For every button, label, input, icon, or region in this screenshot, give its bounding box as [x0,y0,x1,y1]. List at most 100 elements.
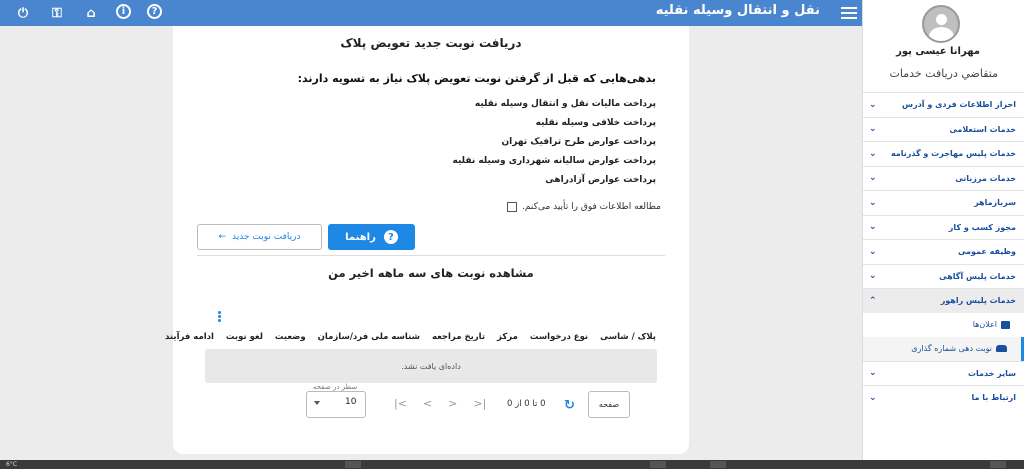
sidebar-subitem-announcements[interactable]: اعلان‌ها [863,313,1024,337]
sidebar-item-label: ارتباط با ما [971,393,1016,403]
sidebar-subitem-label: نوبت دهی شماره گذاری [911,344,992,353]
column-header[interactable]: ادامه فرآیند [165,332,214,348]
chevron-down-icon: ⌄ [869,197,877,208]
sidebar-item-traffic-police[interactable]: خدمات پلیس راهور ⌃ [863,288,1024,313]
sidebar-subitem-label: اعلان‌ها [972,320,997,329]
sidebar-item-label: وظیفه عمومی [957,247,1016,257]
column-header[interactable]: مرکز [497,332,518,348]
chevron-down-icon: ⌄ [869,246,877,257]
user-role: متقاضي دريافت خدمات [889,67,999,80]
chevron-down-icon: ⌄ [869,124,877,135]
section-title: مشاهده نوبت های سه ماهه اخیر من [328,266,534,280]
sidebar-item-label: خدمات پلیس آگاهی [939,271,1016,281]
next-page-icon[interactable]: > [448,397,457,410]
page-title: نقل و انتقال وسيله نقليه [655,3,820,18]
page-range: 0 تا 0 از 0 [507,399,546,409]
new-appointment-button[interactable]: دریافت نوبت جدید ← [197,224,322,250]
key-icon[interactable]: ⚿ [48,4,66,22]
column-header[interactable]: لغو نوبت [226,332,263,348]
rows-per-page-label: سطر در صفحه [311,383,360,391]
sidebar-item-label: سایر خدمات [967,368,1016,378]
chevron-down-icon: ⌄ [869,271,877,282]
chevron-down-icon: ⌄ [869,148,877,159]
taskbar-app[interactable] [345,461,361,468]
debt-list: پرداخت مالیات نقل و انتقال وسیله نقلیه پ… [453,95,656,190]
help-button[interactable]: ? راهنما [328,224,415,250]
last-page-icon[interactable]: >| [473,397,486,410]
confirm-checkbox[interactable] [507,202,518,212]
chevron-down-icon: ⌄ [869,392,877,403]
first-page-icon[interactable]: |< [394,397,407,410]
os-taskbar: 6°C [0,460,1024,469]
sidebar-item-label: خدمات پلیس مهاجرت و گذرنامه [890,149,1016,159]
page-navigation: |< < > >| [394,397,486,410]
prev-page-icon[interactable]: < [423,397,432,410]
help-button-label: راهنما [345,231,376,243]
refresh-icon[interactable]: ↻ [564,398,575,413]
sidebar-item-label: مجوز کسب و کار [948,222,1016,232]
no-data-message: داده‌ای یافت نشد. [205,349,657,383]
user-name: مهرانا عیسی پور [896,46,980,57]
chevron-down-icon: ⌄ [869,173,877,184]
new-appointment-label: دریافت نوبت جدید [232,232,301,242]
sidebar-item[interactable]: ارتباط با ما ⌄ [863,385,1024,410]
hamburger-menu-icon[interactable] [841,4,857,20]
top-bar: ⏻ ⚿ ⌂ i ? نقل و انتقال وسيله نقليه [0,0,862,26]
sidebar-item[interactable]: خدمات مرزبانی ⌄ [863,165,1024,191]
sidebar-item[interactable]: احراز اطلاعات فردی و آدرس ⌄ [863,92,1024,117]
home-icon[interactable]: ⌂ [82,4,100,22]
main-area: دریافت نوبت جدید تعویض پلاک بدهی‌هایی که… [0,26,862,460]
sidebar-item[interactable]: خدمات پلیس آگاهی ⌄ [863,263,1024,289]
column-header[interactable]: وضعیت [275,332,306,348]
sidebar-item[interactable]: سربازماهر ⌄ [863,190,1024,215]
car-icon [996,345,1007,352]
sidebar-item[interactable]: خدمات استعلامی ⌄ [863,116,1024,142]
chevron-down-icon: ⌄ [869,99,877,110]
notification-icon [1001,320,1010,329]
page-input[interactable]: صفحه [588,391,630,418]
help-icon[interactable]: ? [147,4,162,19]
chevron-down-icon: ⌄ [869,368,877,379]
question-icon: ? [383,230,398,244]
column-header[interactable]: نوع درخواست [530,332,588,348]
debt-item: پرداخت عوارض سالیانه شهرداری وسیله نقلیه [452,156,656,166]
confirm-label: مطالعه اطلاعات فوق را تأیید می‌کنم. [522,202,661,212]
info-icon[interactable]: i [116,4,131,19]
debts-title: بدهی‌هایی که قبل از گرفتن نوبت تعویض پلا… [297,72,656,85]
sidebar-item-label: خدمات مرزبانی [955,173,1016,183]
sidebar-menu: احراز اطلاعات فردی و آدرس ⌄ خدمات استعلام… [863,92,1024,410]
debt-item: پرداخت خلافی وسیله نقلیه [535,118,656,128]
pagination: سطر در صفحه 10 |< < > >| 0 تا 0 از 0 ↻ ص… [173,383,689,420]
column-header[interactable]: پلاک / شاسی [600,332,656,348]
sidebar-item[interactable]: مجوز کسب و کار ⌄ [863,214,1024,240]
debt-item: پرداخت عوارض طرح ترافیک تهران [501,137,657,147]
card-title: دریافت نوبت جدید تعویض پلاک [340,36,522,50]
taskbar-clock[interactable] [990,461,1006,468]
content-card: دریافت نوبت جدید تعویض پلاک بدهی‌هایی که… [165,26,689,454]
caret-down-icon [314,401,320,405]
sidebar-item[interactable]: خدمات پلیس مهاجرت و گذرنامه ⌄ [863,141,1024,166]
chevron-up-icon: ⌃ [869,295,877,306]
table-header: پلاک / شاسی نوع درخواست مرکز تاریخ مراجع… [165,332,656,348]
more-options-icon[interactable] [217,310,221,323]
arrow-left-icon: ← [218,232,227,242]
debt-item: پرداخت مالیات نقل و انتقال وسیله نقلیه [474,99,656,109]
header-icons: ⏻ ⚿ ⌂ i ? [14,4,162,22]
taskbar-app[interactable] [710,461,726,468]
avatar [922,5,960,43]
sidebar-item-label: سربازماهر [974,198,1016,208]
sidebar-item-label: احراز اطلاعات فردی و آدرس [902,100,1016,110]
divider [197,255,665,256]
chevron-down-icon: ⌄ [869,222,877,233]
sidebar-item[interactable]: سایر خدمات ⌄ [863,360,1024,386]
sidebar-item-label: خدمات استعلامی [949,124,1016,134]
sidebar-subitem-plate-appointment[interactable]: نوبت دهی شماره گذاری [863,336,1024,361]
column-header[interactable]: شناسه ملی فرد/سازمان [318,332,420,348]
power-icon[interactable]: ⏻ [14,4,32,22]
sidebar-item-label: خدمات پلیس راهور [940,296,1016,306]
sidebar-item[interactable]: وظیفه عمومی ⌄ [863,239,1024,264]
column-header[interactable]: تاریخ مراجعه [432,332,485,348]
weather-label: 6°C [6,461,18,468]
confirm-row: مطالعه اطلاعات فوق را تأیید می‌کنم. [507,202,661,212]
taskbar-app[interactable] [650,461,666,468]
